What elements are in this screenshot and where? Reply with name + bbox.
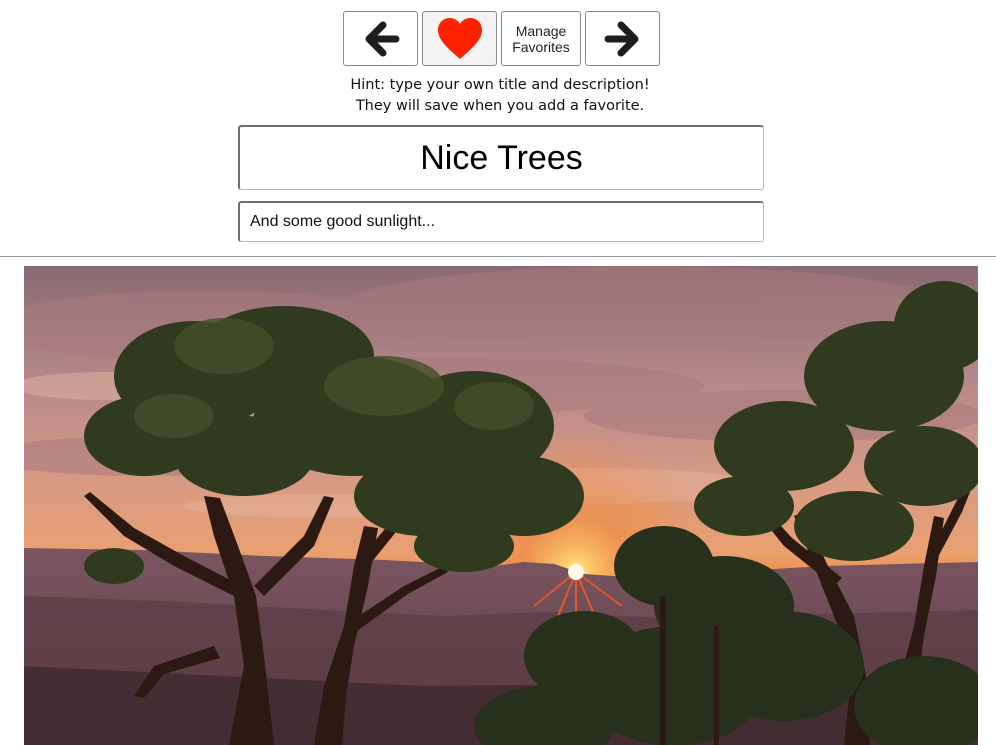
hint-text: Hint: type your own title and descriptio… [0, 75, 996, 117]
title-input[interactable] [238, 125, 764, 190]
arrow-right-icon [604, 21, 638, 56]
divider [0, 256, 996, 257]
manage-label-line2: Favorites [512, 38, 570, 55]
hint-line-1: Hint: type your own title and descriptio… [350, 77, 650, 93]
add-favorite-button[interactable] [422, 11, 497, 66]
hint-line-2: They will save when you add a favorite. [355, 98, 645, 114]
next-button[interactable] [585, 11, 660, 66]
manage-favorites-button[interactable]: Manage Favorites [501, 11, 581, 66]
arrow-left-icon [365, 21, 399, 56]
toolbar: Manage Favorites [343, 11, 660, 66]
previous-button[interactable] [343, 11, 418, 66]
description-input[interactable] [238, 201, 764, 242]
heart-icon [437, 17, 482, 59]
manage-label-line1: Manage [515, 22, 567, 39]
sunset-trees-photo [24, 266, 978, 745]
